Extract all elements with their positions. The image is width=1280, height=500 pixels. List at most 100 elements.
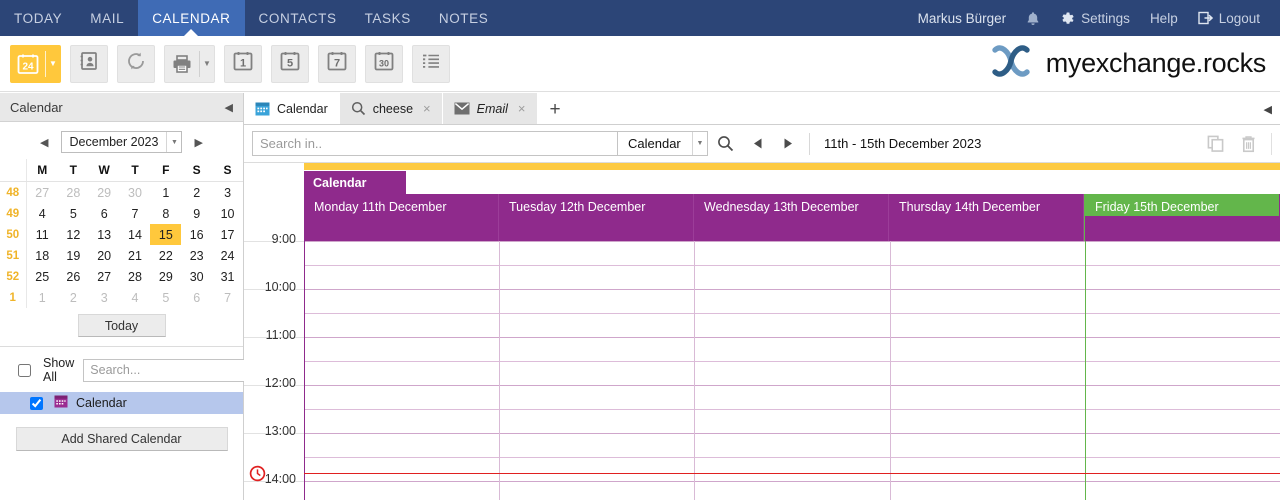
nav-item-today[interactable]: TODAY — [0, 0, 76, 36]
search-scope-select[interactable]: Calendar ▼ — [617, 131, 708, 156]
minicalendar-day[interactable]: 9 — [181, 203, 212, 224]
minicalendar-day[interactable]: 23 — [181, 245, 212, 266]
settings-label: Settings — [1081, 10, 1130, 26]
right-panel-collapse-icon[interactable]: ◀ — [1264, 103, 1280, 124]
minicalendar-day[interactable]: 2 — [58, 287, 89, 308]
minicalendar-day[interactable]: 13 — [89, 224, 120, 245]
refresh-button[interactable] — [117, 44, 155, 83]
sidebar-collapse-icon[interactable]: ◀ — [225, 101, 233, 114]
workweek-view-button[interactable]: 5 — [271, 44, 309, 83]
minicalendar-day[interactable]: 2 — [181, 182, 212, 204]
minicalendar-day[interactable]: 22 — [150, 245, 181, 266]
minicalendar-day[interactable]: 28 — [58, 182, 89, 204]
minicalendar-day[interactable]: 16 — [181, 224, 212, 245]
search-input[interactable] — [252, 131, 617, 156]
minicalendar-day[interactable]: 30 — [120, 182, 151, 204]
minicalendar-day[interactable]: 8 — [150, 203, 181, 224]
tab-label: Email — [476, 101, 508, 116]
close-icon[interactable]: × — [518, 101, 526, 116]
minicalendar-next-button[interactable]: ▶ — [188, 134, 208, 151]
search-submit-button[interactable] — [708, 135, 743, 152]
chevron-down-icon[interactable]: ▼ — [200, 46, 214, 82]
chevron-down-icon[interactable]: ▼ — [166, 132, 181, 152]
minicalendar-day[interactable]: 15 — [150, 224, 182, 245]
top-nav-right: Markus Bürger Settings Help Logout — [908, 0, 1280, 36]
address-book-button[interactable] — [70, 44, 108, 83]
calendar-name-tab[interactable]: Calendar — [304, 171, 406, 194]
settings-button[interactable]: Settings — [1050, 11, 1140, 26]
new-appointment-button[interactable]: 24 ▼ — [10, 44, 61, 83]
minicalendar-day[interactable]: 5 — [58, 203, 89, 224]
minicalendar-day[interactable]: 3 — [212, 182, 243, 204]
minicalendar-day[interactable]: 29 — [150, 266, 181, 287]
minicalendar-day[interactable]: 7 — [120, 203, 151, 224]
print-button[interactable]: ▼ — [164, 44, 215, 83]
minicalendar-day[interactable]: 25 — [26, 266, 58, 287]
minicalendar-day[interactable]: 4 — [26, 203, 58, 224]
day-column-header[interactable]: Friday 15th December — [1084, 194, 1280, 241]
prev-period-button[interactable] — [743, 137, 773, 150]
nav-item-tasks[interactable]: TASKS — [351, 0, 425, 36]
minicalendar-day[interactable]: 5 — [150, 287, 181, 308]
minicalendar-prev-button[interactable]: ◀ — [34, 134, 54, 151]
nav-item-contacts[interactable]: CONTACTS — [245, 0, 351, 36]
help-button[interactable]: Help — [1140, 11, 1188, 26]
minicalendar-day[interactable]: 6 — [181, 287, 212, 308]
list-item[interactable]: Calendar — [0, 392, 243, 414]
minicalendar-day[interactable]: 12 — [58, 224, 89, 245]
minicalendar-day[interactable]: 10 — [212, 203, 243, 224]
minicalendar-day[interactable]: 29 — [89, 182, 120, 204]
minicalendar-day[interactable]: 14 — [120, 224, 151, 245]
nav-item-notes[interactable]: NOTES — [425, 0, 503, 36]
nav-item-calendar[interactable]: CALENDAR — [138, 0, 245, 36]
copy-button[interactable] — [1199, 135, 1232, 152]
minicalendar-day[interactable]: 27 — [89, 266, 120, 287]
next-period-button[interactable] — [773, 137, 803, 150]
day-column-header[interactable]: Monday 11th December — [304, 194, 499, 241]
show-all-label[interactable]: Show All — [43, 356, 74, 384]
minicalendar-day[interactable]: 4 — [120, 287, 151, 308]
minicalendar-day[interactable]: 18 — [26, 245, 58, 266]
minicalendar-month-select[interactable]: December 2023 ▼ — [60, 131, 183, 153]
minicalendar-day[interactable]: 27 — [26, 182, 58, 204]
add-tab-button[interactable]: + — [538, 96, 573, 124]
day-column-header[interactable]: Wednesday 13th December — [694, 194, 889, 241]
minicalendar-day[interactable]: 6 — [89, 203, 120, 224]
chevron-down-icon[interactable]: ▼ — [46, 46, 60, 82]
show-all-checkbox[interactable] — [18, 363, 31, 377]
logout-button[interactable]: Logout — [1188, 11, 1270, 26]
minicalendar-day[interactable]: 28 — [120, 266, 151, 287]
minicalendar-day[interactable]: 20 — [89, 245, 120, 266]
minicalendar-day[interactable]: 7 — [212, 287, 243, 308]
week-view-button[interactable]: 7 — [318, 44, 356, 83]
minicalendar-day[interactable]: 1 — [150, 182, 181, 204]
minicalendar-day[interactable]: 17 — [212, 224, 243, 245]
delete-button[interactable] — [1232, 135, 1265, 153]
minicalendar-day[interactable]: 19 — [58, 245, 89, 266]
close-icon[interactable]: × — [423, 101, 431, 116]
minicalendar-day[interactable]: 21 — [120, 245, 151, 266]
month-view-button[interactable]: 30 — [365, 44, 403, 83]
minicalendar-day[interactable]: 3 — [89, 287, 120, 308]
nav-item-mail[interactable]: MAIL — [76, 0, 138, 36]
today-button[interactable]: Today — [77, 314, 166, 337]
minicalendar-day[interactable]: 31 — [212, 266, 243, 287]
minicalendar-day[interactable]: 11 — [26, 224, 58, 245]
tab-calendar[interactable]: Calendar — [244, 93, 340, 124]
tab-email[interactable]: Email × — [442, 93, 538, 124]
list-view-button[interactable] — [412, 44, 450, 83]
tab-cheese[interactable]: cheese × — [339, 93, 443, 124]
add-shared-calendar-button[interactable]: Add Shared Calendar — [15, 427, 228, 451]
day-column-header[interactable]: Tuesday 12th December — [499, 194, 694, 241]
day-view-button[interactable]: 1 — [224, 44, 262, 83]
week-number: 52 — [0, 266, 27, 287]
minicalendar-day[interactable]: 1 — [26, 287, 58, 308]
calendar-visibility-checkbox[interactable] — [30, 396, 43, 410]
minicalendar-day[interactable]: 24 — [212, 245, 243, 266]
chevron-down-icon[interactable]: ▼ — [692, 132, 707, 155]
minicalendar-day[interactable]: 30 — [181, 266, 212, 287]
calendar-search-input[interactable] — [83, 358, 259, 382]
notifications-button[interactable] — [1016, 11, 1050, 26]
minicalendar-day[interactable]: 26 — [58, 266, 89, 287]
day-column-header[interactable]: Thursday 14th December — [889, 194, 1084, 241]
